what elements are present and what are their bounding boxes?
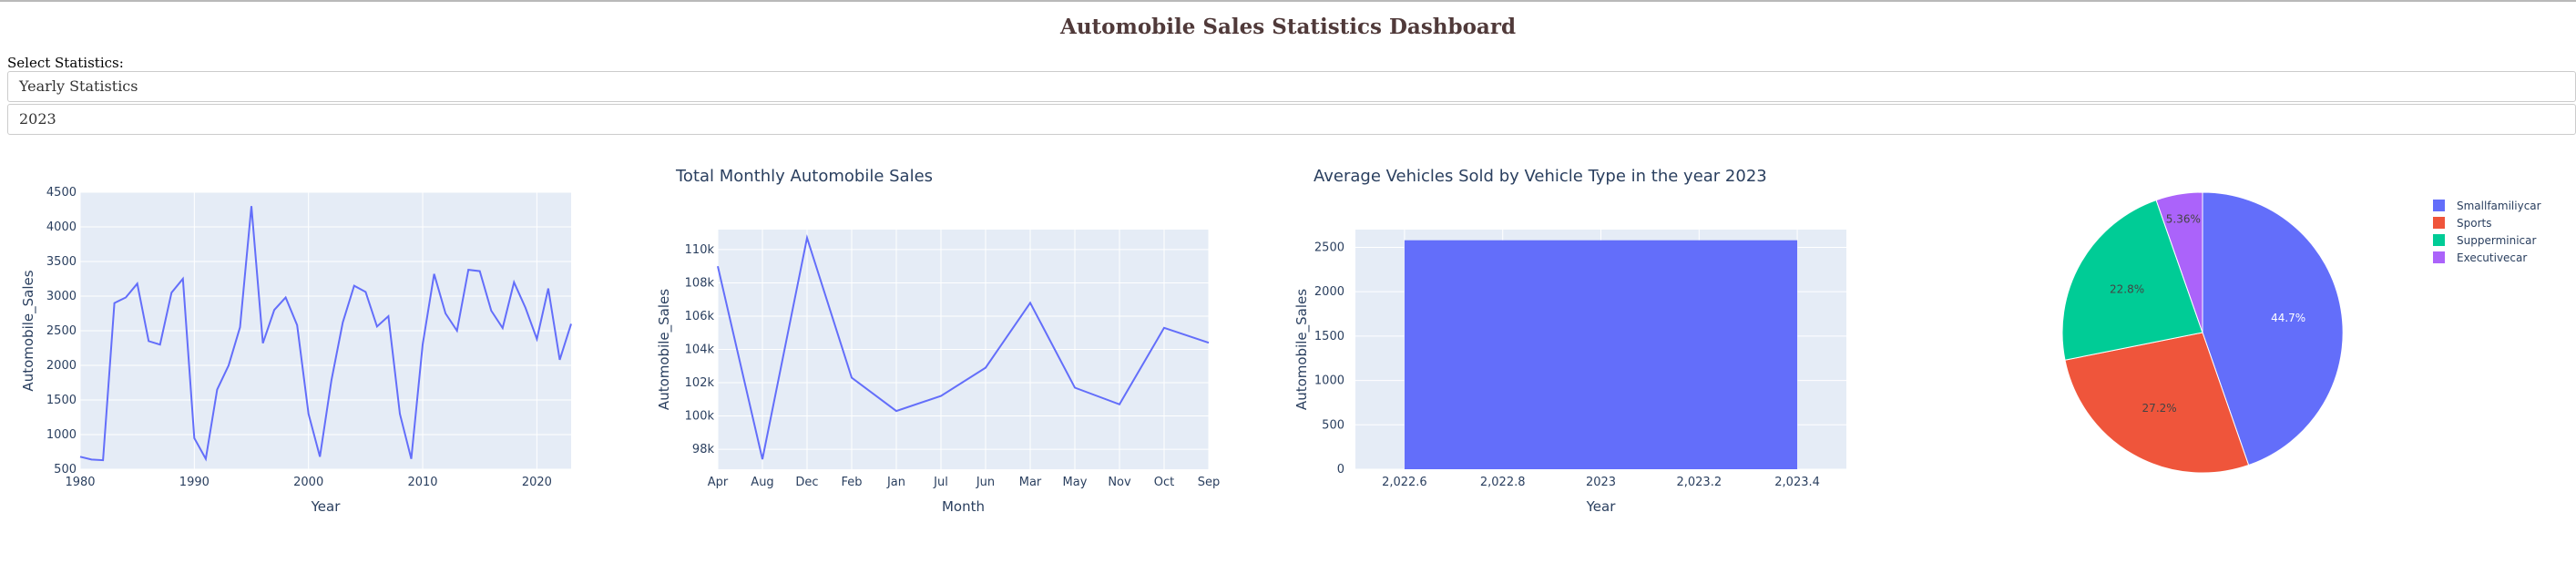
legend[interactable]: Smallfamiliycar Sports Supperminicar Execut… — [2433, 200, 2541, 264]
select-statistics-label: Select Statistics: — [7, 55, 124, 71]
x-axis-title: Year — [1586, 498, 1617, 515]
legend-swatch[interactable] — [2433, 234, 2445, 246]
y-tick-label: 4500 — [46, 186, 77, 200]
x-tick-label: Aug — [751, 476, 773, 489]
x-tick-label: 2023 — [1586, 476, 1616, 489]
y-tick-label: 2500 — [46, 324, 77, 338]
x-tick-label: Jul — [933, 476, 948, 489]
x-tick-label: 2,022.8 — [1480, 476, 1526, 489]
legend-swatch[interactable] — [2433, 251, 2445, 263]
legend-item-label: Executivecar — [2457, 251, 2527, 264]
y-tick-label: 500 — [1322, 418, 1344, 432]
x-tick-label: Sep — [1198, 476, 1221, 489]
x-tick-label: 2000 — [293, 476, 323, 489]
x-axis-title: Month — [942, 498, 985, 515]
y-tick-label: 2000 — [46, 359, 77, 373]
x-axis-title: Year — [311, 498, 342, 515]
x-tick-label: Apr — [708, 476, 729, 489]
x-tick-label: 2010 — [407, 476, 437, 489]
y-tick-label: 2000 — [1314, 285, 1344, 299]
y-tick-label: 102k — [685, 376, 715, 390]
x-tick-label: Oct — [1154, 476, 1174, 489]
pie-slice-label: 5.36% — [2166, 213, 2201, 226]
x-tick-label: 2,022.6 — [1382, 476, 1427, 489]
chart-3: 0 500 1000 1500 2000 2500 2,022.6 2,022.8 2023 2,… — [1293, 167, 1846, 515]
y-tick-label: 500 — [54, 463, 77, 477]
pie-slice-label: 27.2% — [2142, 402, 2177, 415]
top-divider — [0, 0, 2576, 2]
legend-item-label: Supperminicar — [2457, 234, 2536, 247]
statistics-dropdown[interactable]: Yearly Statistics — [7, 71, 2576, 102]
y-tick-label: 3500 — [46, 255, 77, 269]
y-axis-title: Automobile_Sales — [1293, 289, 1311, 410]
legend-item-label: Sports — [2457, 217, 2491, 230]
x-tick-label: Nov — [1108, 476, 1131, 489]
x-tick-label: Jun — [976, 476, 995, 489]
y-tick-label: 100k — [685, 410, 715, 424]
x-tick-label: Mar — [1019, 476, 1042, 489]
x-tick-label: 1990 — [179, 476, 210, 489]
y-tick-label: 108k — [685, 276, 715, 290]
x-tick-label: May — [1063, 476, 1088, 489]
y-tick-label: 106k — [685, 310, 715, 323]
x-tick-label: 1980 — [65, 476, 95, 489]
charts-area: 500 1000 1500 2000 2500 3000 3500 4000 4500 1980 1… — [20, 167, 2541, 515]
y-axis-title: Automobile_Sales — [20, 270, 37, 391]
x-tick-label: 2,023.4 — [1774, 476, 1820, 489]
chart-1: 500 1000 1500 2000 2500 3000 3500 4000 4500 1980 1… — [20, 186, 572, 515]
y-tick-label: 110k — [685, 243, 715, 257]
x-tick-label: Dec — [795, 476, 818, 489]
x-tick-label: 2,023.2 — [1676, 476, 1722, 489]
y-tick-label: 1000 — [46, 428, 77, 442]
y-tick-label: 0 — [1337, 463, 1344, 477]
chart-title: Total Monthly Automobile Sales — [675, 167, 933, 186]
y-axis-title: Automobile_Sales — [656, 289, 673, 410]
pie-slice-label: 44.7% — [2271, 312, 2305, 324]
y-tick-label: 2500 — [1314, 241, 1344, 254]
pie-slice-label: 22.8% — [2110, 283, 2144, 296]
y-tick-label: 4000 — [46, 220, 77, 234]
year-dropdown[interactable]: 2023 — [7, 104, 2576, 135]
chart-2: 98k 100k 102k 104k 106k 108k 110k Apr Aug Dec Feb J… — [656, 167, 1220, 515]
legend-swatch[interactable] — [2433, 217, 2445, 229]
y-tick-label: 1500 — [46, 394, 77, 407]
y-tick-label: 3000 — [46, 290, 77, 303]
chart-title: Average Vehicles Sold by Vehicle Type in… — [1314, 167, 1767, 186]
y-tick-label: 98k — [692, 443, 715, 456]
chart-4: 44.7% 27.2% 22.8% 5.36% Smallfamiliycar Sport… — [2061, 191, 2541, 474]
legend-item-label: Smallfamiliycar — [2457, 200, 2541, 212]
y-tick-label: 1500 — [1314, 330, 1344, 343]
x-tick-label: Feb — [841, 476, 862, 489]
legend-swatch[interactable] — [2433, 200, 2445, 211]
x-tick-label: 2020 — [522, 476, 552, 489]
x-tick-label: Jan — [886, 476, 905, 489]
page-title: Automobile Sales Statistics Dashboard — [1059, 15, 1517, 39]
y-tick-label: 104k — [685, 343, 715, 357]
y-tick-label: 1000 — [1314, 374, 1344, 388]
bar — [1404, 240, 1798, 469]
